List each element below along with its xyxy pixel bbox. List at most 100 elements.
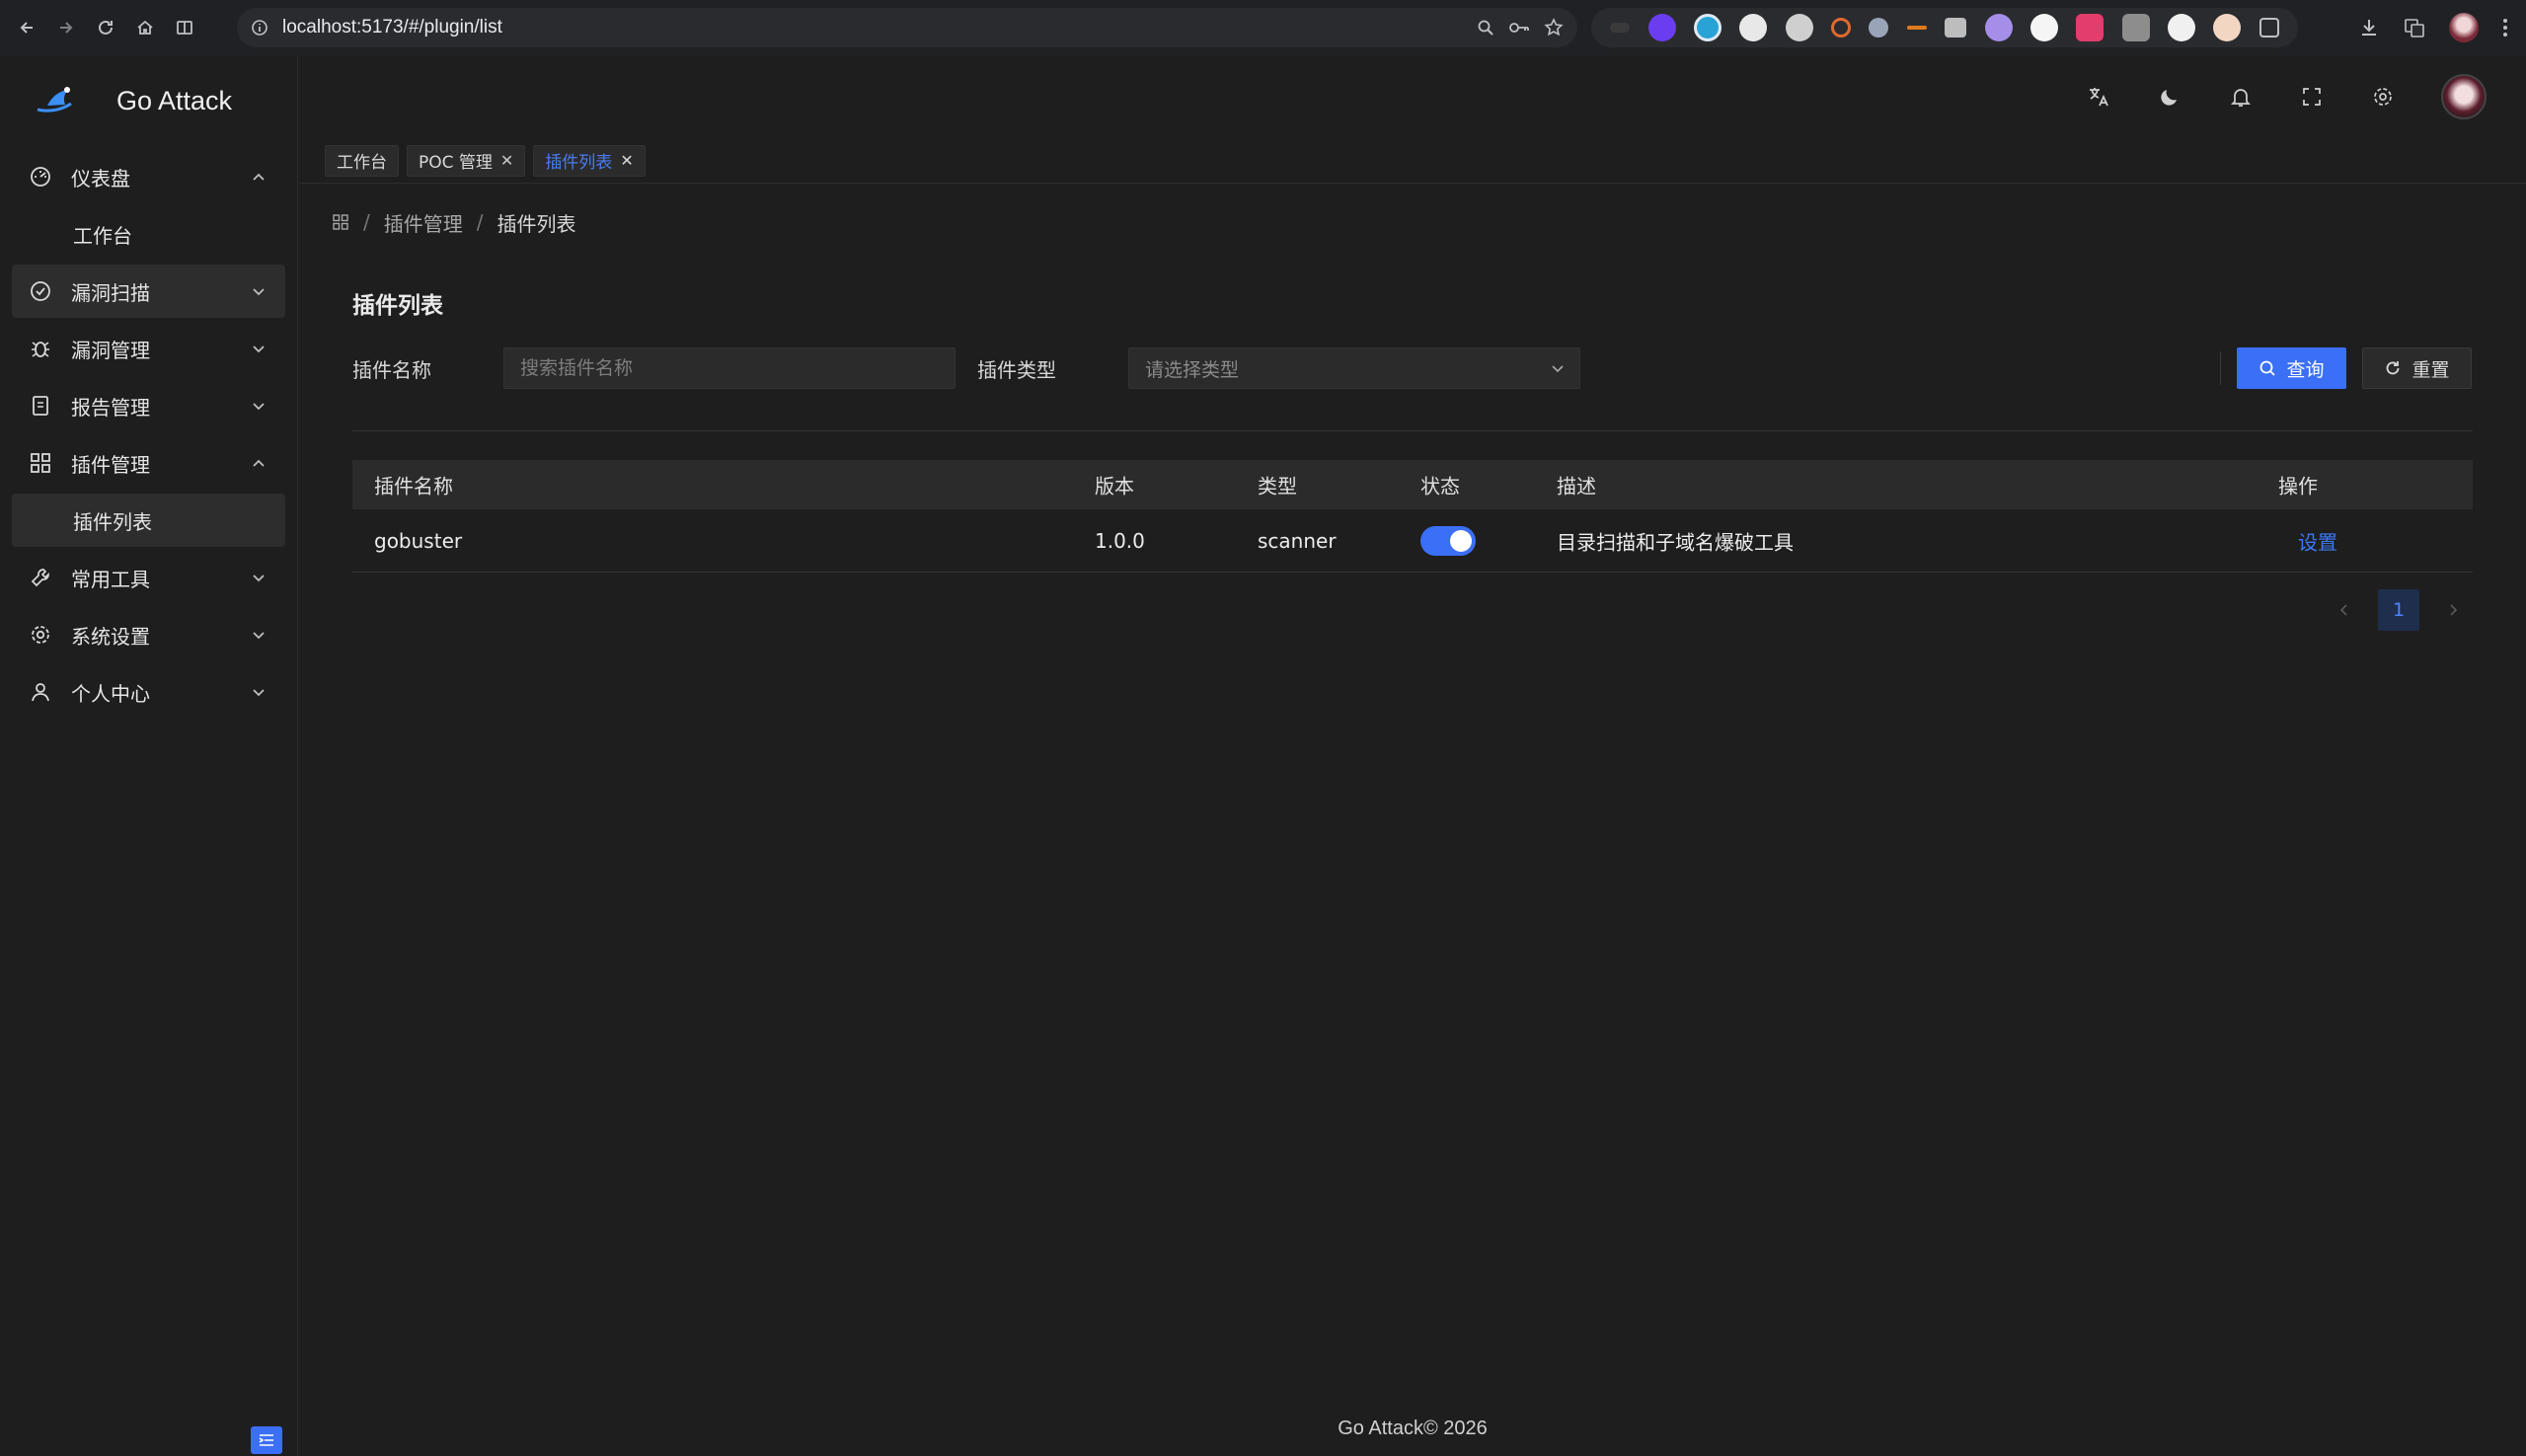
settings-link[interactable]: 设置 (2298, 526, 2337, 555)
site-info-icon[interactable] (251, 19, 268, 37)
extension-icon[interactable] (1984, 14, 2013, 41)
reload-icon[interactable] (89, 11, 122, 44)
sidebar-item-tools[interactable]: 常用工具 (12, 551, 285, 604)
bookmark-star-icon[interactable] (1544, 18, 1564, 38)
column-header-status: 状态 (1420, 474, 1460, 498)
reset-button-label: 重置 (2411, 358, 2450, 381)
sidebar-item-system-settings[interactable]: 系统设置 (12, 608, 285, 661)
plugin-name-input[interactable] (520, 357, 955, 379)
tab-workbench[interactable]: 工作台 (325, 144, 399, 177)
translate-icon[interactable] (2086, 84, 2111, 110)
page-number[interactable]: 1 (2378, 589, 2419, 631)
chevron-down-icon (250, 683, 268, 701)
sidebar: Go Attack 仪表盘 工作台 漏洞扫描 漏洞管理 报告管理 插件管理 插件… (0, 55, 298, 1456)
collapse-sidebar-button[interactable] (251, 1426, 282, 1454)
extension-icon[interactable] (1869, 18, 1889, 38)
settings-gear-icon[interactable] (2370, 84, 2396, 110)
extension-icon[interactable] (2213, 14, 2242, 41)
more-menu-icon[interactable] (2502, 17, 2508, 38)
plugin-name-search[interactable] (503, 347, 956, 389)
zoom-icon[interactable] (1477, 19, 1494, 37)
extension-icon[interactable] (2168, 14, 2196, 41)
reset-button[interactable]: 重置 (2362, 347, 2472, 389)
table-row: gobuster 1.0.0 scanner 目录扫描和子域名爆破工具 设置 (352, 509, 2473, 573)
sidebar-item-label: 常用工具 (71, 567, 150, 591)
dashboard-icon (30, 166, 51, 188)
next-page-icon[interactable] (2433, 589, 2473, 631)
tab-label: 插件列表 (545, 153, 613, 173)
plugin-grid-icon (30, 452, 51, 474)
reading-mode-icon[interactable] (168, 11, 201, 44)
dark-mode-moon-icon[interactable] (2157, 84, 2182, 110)
close-icon[interactable]: ✕ (620, 151, 633, 170)
sidebar-item-dashboard[interactable]: 仪表盘 (12, 150, 285, 203)
translate-icon[interactable] (2404, 17, 2425, 38)
column-header-version: 版本 (1095, 474, 1134, 498)
pagination: 1 (2325, 589, 2473, 631)
filter-divider (2220, 351, 2221, 385)
sidebar-item-label: 漏洞扫描 (71, 280, 150, 305)
extension-icon[interactable] (2076, 14, 2105, 41)
table-header: 插件名称 版本 类型 状态 描述 操作 (352, 460, 2473, 509)
column-header-actions: 操作 (2278, 474, 2318, 498)
scan-icon (30, 280, 51, 302)
status-toggle[interactable] (1420, 525, 1476, 556)
sidebar-item-plugin-list[interactable]: 插件列表 (12, 494, 285, 547)
wrench-icon (30, 567, 51, 588)
chevron-up-icon (250, 168, 268, 186)
address-bar[interactable]: localhost:5173/#/plugin/list (237, 8, 1577, 47)
plugin-version-cell: 1.0.0 (1095, 528, 1145, 553)
extension-icon[interactable] (2121, 14, 2150, 41)
refresh-icon (2384, 359, 2402, 377)
sidebar-item-vuln-scan[interactable]: 漏洞扫描 (12, 265, 285, 318)
chevron-down-icon (250, 569, 268, 586)
query-button[interactable]: 查询 (2237, 347, 2346, 389)
plugin-type-select[interactable]: 请选择类型 (1128, 347, 1580, 389)
sidebar-item-reports[interactable]: 报告管理 (12, 379, 285, 432)
extension-icon[interactable] (1739, 14, 1768, 41)
sidebar-item-profile[interactable]: 个人中心 (12, 665, 285, 719)
fullscreen-icon[interactable] (2299, 84, 2325, 110)
back-icon[interactable] (10, 11, 43, 44)
plugin-name-cell: gobuster (374, 528, 463, 553)
extension-icon[interactable] (1647, 14, 1676, 41)
tab-plugin-list[interactable]: 插件列表 ✕ (533, 144, 646, 177)
column-header-type: 类型 (1258, 474, 1297, 498)
search-icon (2258, 359, 2276, 377)
tab-poc-manage[interactable]: POC 管理 ✕ (407, 144, 526, 177)
sidebar-item-workbench[interactable]: 工作台 (12, 207, 285, 261)
footer-copyright: Go Attack© 2026 (1338, 1418, 1488, 1439)
extensions-puzzle-icon[interactable] (2258, 18, 2279, 38)
sidebar-item-label: 报告管理 (71, 395, 150, 420)
profile-avatar[interactable] (2449, 13, 2479, 42)
brand[interactable]: Go Attack (0, 55, 297, 146)
tab-label: 工作台 (337, 153, 387, 173)
close-icon[interactable]: ✕ (500, 151, 513, 170)
prev-page-icon[interactable] (2325, 589, 2364, 631)
sidebar-item-plugins[interactable]: 插件管理 (12, 436, 285, 490)
download-icon[interactable] (2358, 17, 2380, 38)
breadcrumb: / 插件管理 / 插件列表 (332, 207, 576, 237)
extension-icon[interactable] (1906, 26, 1927, 30)
logo-icon (34, 84, 77, 117)
notification-bell-icon[interactable] (2228, 84, 2254, 110)
select-placeholder: 请选择类型 (1145, 358, 1240, 381)
extension-icon[interactable] (1831, 18, 1852, 38)
forward-icon[interactable] (49, 11, 83, 44)
plugin-type-label: 插件类型 (977, 358, 1056, 382)
extension-icon[interactable] (1785, 14, 1813, 41)
extension-icon[interactable] (2029, 14, 2058, 41)
home-icon[interactable] (128, 11, 162, 44)
url-text[interactable]: localhost:5173/#/plugin/list (282, 17, 502, 38)
extension-icon[interactable] (1693, 14, 1722, 41)
user-avatar[interactable] (2441, 74, 2487, 119)
chevron-down-icon (250, 282, 268, 300)
extension-icon[interactable] (1945, 18, 1967, 38)
password-key-icon[interactable] (1508, 19, 1530, 37)
breadcrumb-home-icon[interactable] (332, 213, 349, 231)
breadcrumb-item[interactable]: 插件管理 (384, 208, 463, 237)
sidebar-item-label: 仪表盘 (71, 166, 130, 191)
sidebar-item-vuln-manage[interactable]: 漏洞管理 (12, 322, 285, 375)
extension-icon[interactable] (1610, 23, 1631, 33)
chevron-down-icon (250, 340, 268, 357)
